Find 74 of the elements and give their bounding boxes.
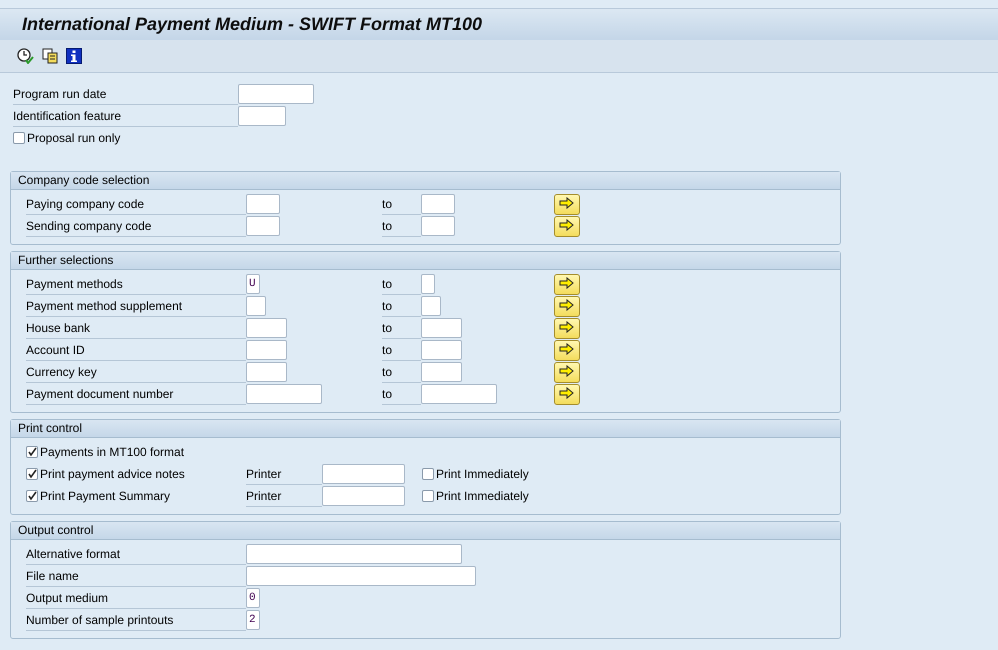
field-label: File name	[26, 566, 246, 586]
field-label: Currency key	[26, 362, 246, 382]
input-field[interactable]	[421, 384, 497, 404]
input-field[interactable]	[246, 296, 266, 316]
input-field[interactable]	[421, 296, 441, 316]
input-field[interactable]	[246, 544, 462, 564]
arrow-icon	[559, 219, 575, 233]
input-field[interactable]	[246, 566, 476, 586]
arrow-icon	[559, 277, 575, 291]
input-field[interactable]	[246, 340, 287, 360]
group-title: Further selections	[18, 253, 114, 267]
multiple-selection-button[interactable]	[554, 296, 580, 316]
checkbox-label: Print Payment Summary	[40, 489, 170, 503]
group-title: Print control	[18, 421, 82, 435]
multiple-selection-button[interactable]	[554, 216, 580, 236]
input-field[interactable]	[246, 194, 280, 214]
field-label: Alternative format	[26, 544, 246, 564]
input-field[interactable]	[246, 318, 287, 338]
checkbox-label: Payments in MT100 format	[40, 445, 184, 459]
group-title: Company code selection	[18, 173, 150, 187]
window-title: International Payment Medium - SWIFT Format MT100	[21, 13, 482, 36]
input-field[interactable]	[238, 106, 286, 126]
checkbox[interactable]	[422, 490, 434, 502]
info-icon[interactable]	[66, 48, 82, 64]
input-field[interactable]	[421, 318, 462, 338]
arrow-icon	[559, 299, 575, 313]
field-label: Sending company code	[26, 216, 246, 236]
arrow-icon	[559, 365, 575, 379]
checkbox[interactable]	[13, 132, 25, 144]
field-label: Program run date	[13, 84, 238, 104]
input-field[interactable]	[246, 216, 280, 236]
field-label: Payment methods	[26, 274, 246, 294]
field-label: Account ID	[26, 340, 246, 360]
field-label: Output medium	[26, 588, 246, 608]
multiple-selection-button[interactable]	[554, 274, 580, 294]
arrow-icon	[559, 321, 575, 335]
multiple-selection-button[interactable]	[554, 362, 580, 382]
multiple-selection-button[interactable]	[554, 340, 580, 360]
input-field[interactable]	[421, 274, 435, 294]
checkbox-label: Print payment advice notes	[40, 467, 185, 481]
input-field[interactable]	[421, 340, 462, 360]
group-title: Output control	[18, 523, 94, 537]
field-label: Identification feature	[13, 106, 238, 126]
multiple-selection-button[interactable]	[554, 194, 580, 214]
copy-icon[interactable]	[42, 48, 58, 64]
checkbox-label: Print Immediately	[436, 467, 529, 481]
arrow-icon	[559, 197, 575, 211]
multiple-selection-button[interactable]	[554, 384, 580, 404]
field-label: Payment method supplement	[26, 296, 246, 316]
input-field[interactable]	[246, 384, 322, 404]
checkbox-label: Proposal run only	[27, 131, 120, 145]
checkbox[interactable]	[26, 468, 38, 480]
input-field[interactable]	[322, 464, 405, 484]
field-label: Number of sample printouts	[26, 610, 246, 630]
input-field[interactable]: U	[246, 274, 260, 294]
multiple-selection-button[interactable]	[554, 318, 580, 338]
checkbox-label: Print Immediately	[436, 489, 529, 503]
input-field[interactable]	[421, 194, 455, 214]
clock-check-icon[interactable]	[17, 48, 34, 64]
field-label: House bank	[26, 318, 246, 338]
input-field[interactable]: 0	[246, 588, 260, 608]
checkbox[interactable]	[26, 490, 38, 502]
input-field[interactable]	[322, 486, 405, 506]
checkbox[interactable]	[26, 446, 38, 458]
input-field[interactable]	[246, 362, 287, 382]
field-label: Payment document number	[26, 384, 246, 404]
checkbox[interactable]	[422, 468, 434, 480]
arrow-icon	[559, 387, 575, 401]
arrow-icon	[559, 343, 575, 357]
field-label: Paying company code	[26, 194, 246, 214]
input-field[interactable]: 2	[246, 610, 260, 630]
input-field[interactable]	[421, 362, 462, 382]
input-field[interactable]	[238, 84, 314, 104]
input-field[interactable]	[421, 216, 455, 236]
